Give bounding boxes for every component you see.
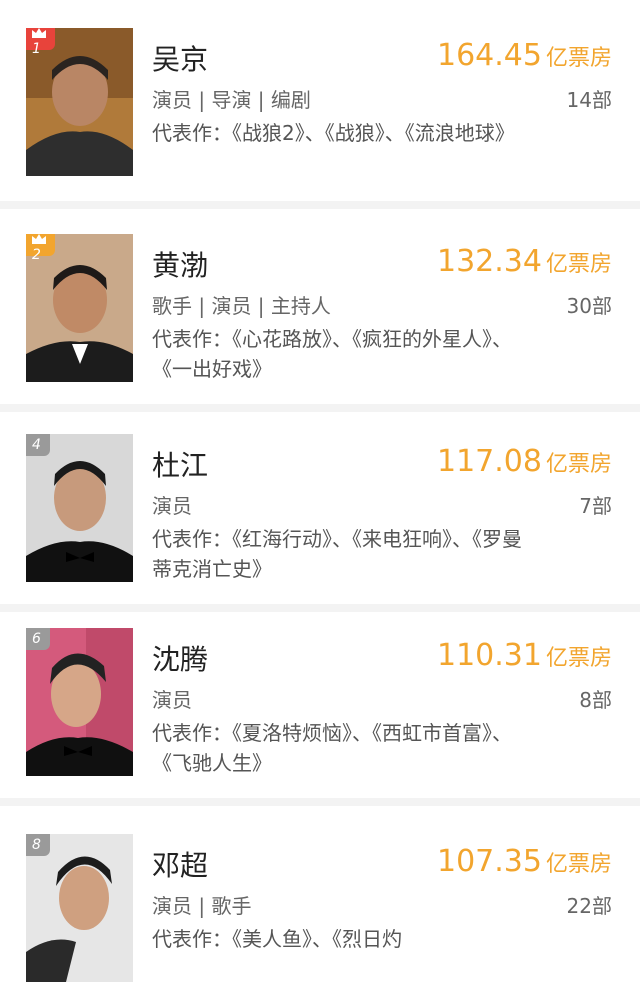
- rank-badge: 1: [26, 28, 55, 57]
- film-count: 22部: [566, 894, 612, 918]
- list-item[interactable]: 8 邓超 演员 | 歌手 代表作：《美人鱼》、《烈日灼 107.35 亿票房 22…: [0, 806, 640, 1002]
- box-office-ranking-list: 1 吴京 演员 | 导演 | 编剧 代表作：《战狼2》、《战狼》、《流浪地球》 …: [0, 0, 640, 982]
- list-item[interactable]: 4 杜江 演员 代表作：《红海行动》、《来电狂响》、《罗曼蒂克消亡史》 117.…: [0, 406, 640, 602]
- portrait-image: [26, 834, 133, 982]
- rank-number: 8: [32, 837, 41, 853]
- avatar[interactable]: 2: [26, 234, 133, 382]
- box-office-number: 164.45: [437, 38, 542, 73]
- divider: [0, 798, 640, 806]
- box-office-unit: 亿票房: [545, 646, 612, 671]
- box-office-value: 110.31 亿票房: [437, 638, 612, 673]
- box-office-number: 107.35: [437, 844, 542, 879]
- film-count: 14部: [566, 88, 612, 112]
- list-item[interactable]: 2 黄渤 歌手 | 演员 | 主持人 代表作：《心花路放》、《疯狂的外星人》、《…: [0, 206, 640, 402]
- person-roles: 演员 | 导演 | 编剧: [152, 88, 311, 112]
- rank-number: 2: [32, 247, 41, 263]
- list-item[interactable]: 1 吴京 演员 | 导演 | 编剧 代表作：《战狼2》、《战狼》、《流浪地球》 …: [0, 0, 640, 196]
- person-name[interactable]: 沈腾: [152, 638, 208, 678]
- rank-badge: 4: [26, 434, 50, 456]
- film-count: 30部: [566, 294, 612, 318]
- box-office-unit: 亿票房: [545, 46, 612, 71]
- representative-works: 代表作：《美人鱼》、《烈日灼: [152, 927, 402, 951]
- avatar[interactable]: 6: [26, 628, 133, 776]
- avatar[interactable]: 1: [26, 28, 133, 176]
- film-count: 8部: [579, 688, 612, 712]
- box-office-value: 107.35 亿票房: [437, 844, 612, 879]
- box-office-unit: 亿票房: [545, 252, 612, 277]
- box-office-unit: 亿票房: [545, 452, 612, 477]
- rank-badge: 2: [26, 234, 55, 263]
- person-name[interactable]: 黄渤: [152, 244, 208, 284]
- box-office-number: 110.31: [437, 638, 542, 673]
- rank-number: 6: [32, 631, 41, 647]
- rank-badge: 8: [26, 834, 50, 856]
- crown-icon: [32, 28, 46, 38]
- person-roles: 演员: [152, 494, 192, 518]
- representative-works: 代表作：《夏洛特烦恼》、《西虹市首富》、《飞驰人生》: [152, 721, 512, 775]
- box-office-value: 132.34 亿票房: [437, 244, 612, 279]
- person-name[interactable]: 邓超: [152, 844, 208, 884]
- representative-works: 代表作：《红海行动》、《来电狂响》、《罗曼蒂克消亡史》: [152, 527, 522, 581]
- rank-number: 4: [32, 437, 41, 453]
- representative-works: 代表作：《战狼2》、《战狼》、《流浪地球》: [152, 121, 515, 145]
- person-roles: 歌手 | 演员 | 主持人: [152, 294, 331, 318]
- portrait-image: [26, 434, 133, 582]
- box-office-number: 117.08: [437, 444, 542, 479]
- rank-badge: 6: [26, 628, 50, 650]
- crown-icon: [32, 234, 46, 244]
- rank-number: 1: [32, 41, 41, 57]
- avatar[interactable]: 8: [26, 834, 133, 982]
- box-office-value: 164.45 亿票房: [437, 38, 612, 73]
- person-name[interactable]: 杜江: [152, 444, 208, 484]
- person-name[interactable]: 吴京: [152, 38, 208, 78]
- box-office-value: 117.08 亿票房: [437, 444, 612, 479]
- person-roles: 演员 | 歌手: [152, 894, 252, 918]
- list-item[interactable]: 6 沈腾 演员 代表作：《夏洛特烦恼》、《西虹市首富》、《飞驰人生》 110.3…: [0, 600, 640, 796]
- portrait-image: [26, 628, 133, 776]
- film-count: 7部: [579, 494, 612, 518]
- box-office-unit: 亿票房: [545, 852, 612, 877]
- representative-works: 代表作：《心花路放》、《疯狂的外星人》、《一出好戏》: [152, 327, 512, 381]
- avatar[interactable]: 4: [26, 434, 133, 582]
- box-office-number: 132.34: [437, 244, 542, 279]
- person-roles: 演员: [152, 688, 192, 712]
